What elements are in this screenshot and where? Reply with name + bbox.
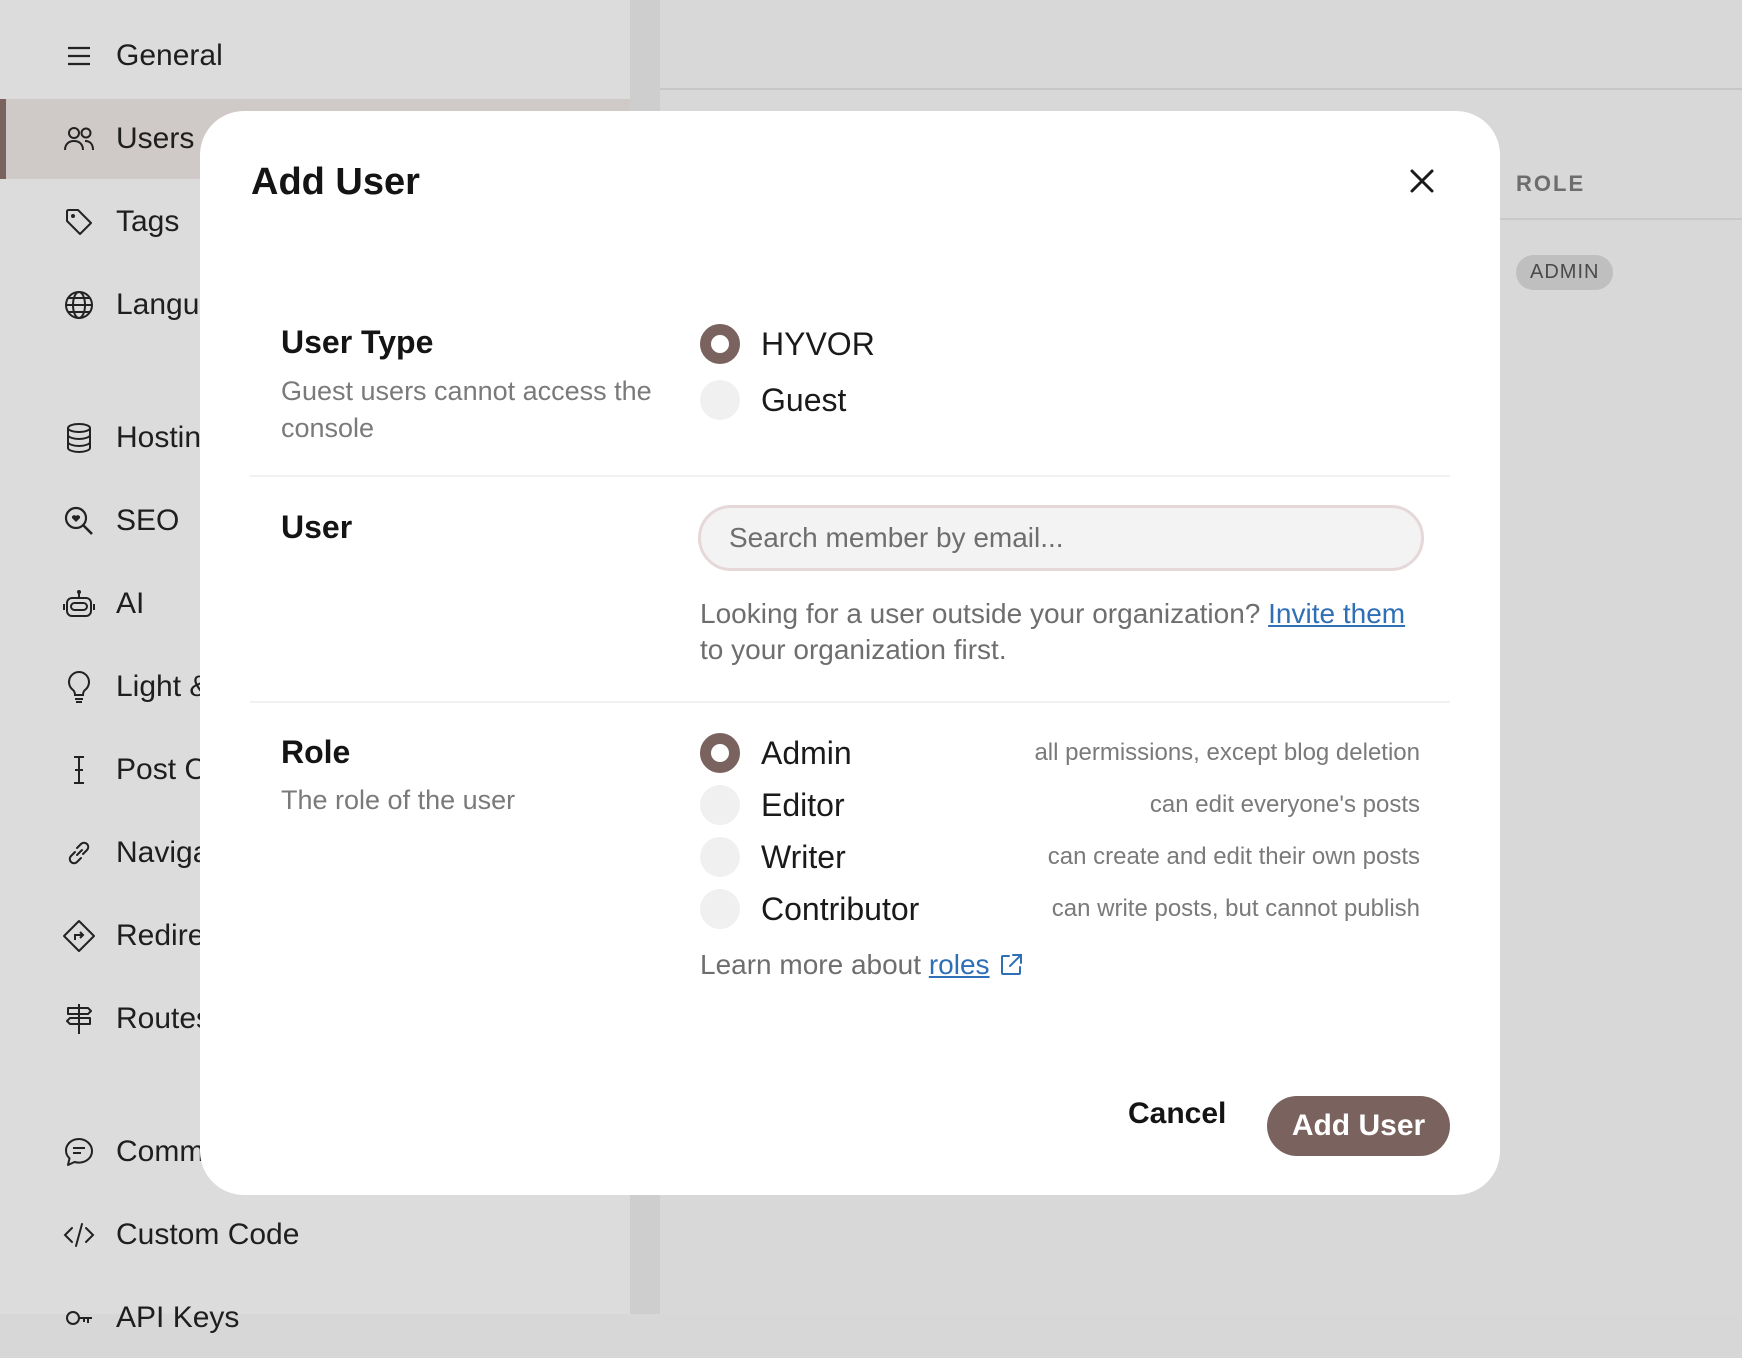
robot-icon xyxy=(62,587,96,621)
radio-label: Writer xyxy=(761,838,846,875)
invite-note: Looking for a user outside your organiza… xyxy=(700,596,1420,668)
radio-label: HYVOR xyxy=(761,325,875,362)
radio-label: Guest xyxy=(761,381,847,418)
code-icon xyxy=(62,1218,96,1252)
tag-icon xyxy=(62,205,96,239)
add-user-button[interactable]: Add User xyxy=(1267,1096,1450,1156)
database-icon xyxy=(62,421,96,455)
user-type-title: User Type xyxy=(281,324,434,360)
link-icon xyxy=(62,836,96,870)
sidebar-item-label: Redire xyxy=(116,919,205,952)
users-icon xyxy=(62,122,96,156)
add-user-modal: Add User User Type Guest users cannot ac… xyxy=(200,111,1500,1195)
globe-icon xyxy=(62,288,96,322)
close-icon xyxy=(1410,169,1434,193)
role-option-admin[interactable]: Admin xyxy=(700,733,852,773)
sign-turn-icon xyxy=(62,919,96,953)
external-link-icon[interactable] xyxy=(998,952,1024,978)
chat-icon xyxy=(62,1135,96,1169)
signpost-icon xyxy=(62,1002,96,1036)
sidebar-item-label: Post C xyxy=(116,753,207,786)
sidebar-item-label: Langu xyxy=(116,288,200,321)
roles-link[interactable]: roles xyxy=(929,949,990,981)
role-option-writer[interactable]: Writer xyxy=(700,837,846,877)
bulb-icon xyxy=(62,670,96,704)
learn-more-roles: Learn more about roles xyxy=(700,949,1024,981)
cancel-button[interactable]: Cancel xyxy=(1122,1096,1232,1132)
invite-note-suffix: to your organization first. xyxy=(700,634,1007,665)
radio-unchecked[interactable] xyxy=(700,380,740,420)
sidebar-item-label: Tags xyxy=(116,205,180,238)
role-description: The role of the user xyxy=(281,785,516,815)
role-hint-contributor: can write posts, but cannot publish xyxy=(1051,895,1420,922)
sidebar-item-label: Hostin xyxy=(116,421,202,454)
sidebar-item-api-keys[interactable]: API Keys xyxy=(0,1278,630,1358)
role-hint-admin: all permissions, except blog deletion xyxy=(1034,739,1420,766)
table-header-divider xyxy=(1500,218,1742,220)
sidebar-item-label: Light & xyxy=(116,670,210,703)
role-option-contributor[interactable]: Contributor xyxy=(700,889,919,929)
section-divider xyxy=(250,475,1450,477)
invite-note-text: Looking for a user outside your organiza… xyxy=(700,598,1261,629)
radio-unchecked[interactable] xyxy=(700,785,740,825)
radio-checked[interactable] xyxy=(700,733,740,773)
role-option-editor[interactable]: Editor xyxy=(700,785,845,825)
sidebar-item-label: Comm xyxy=(116,1135,205,1168)
role-hint-writer: can create and edit their own posts xyxy=(1047,843,1420,870)
radio-checked[interactable] xyxy=(700,324,740,364)
radio-unchecked[interactable] xyxy=(700,837,740,877)
close-button[interactable] xyxy=(1402,161,1442,201)
sidebar-item-label: Routes xyxy=(116,1002,212,1035)
user-title: User xyxy=(281,509,353,545)
sidebar-item-general[interactable]: General xyxy=(0,16,630,96)
search-member-input[interactable] xyxy=(698,505,1424,571)
modal-title: Add User xyxy=(251,161,420,203)
sidebar-item-label: SEO xyxy=(116,504,180,537)
user-type-option-hyvor[interactable]: HYVOR xyxy=(700,324,875,364)
table-header-role: ROLE xyxy=(1516,171,1586,196)
search-heart-icon xyxy=(62,504,96,538)
user-type-option-guest[interactable]: Guest xyxy=(700,380,846,420)
sidebar-item-label: Users xyxy=(116,122,195,155)
sidebar-item-label: General xyxy=(116,39,223,72)
role-title: Role xyxy=(281,734,351,770)
radio-label: Admin xyxy=(761,734,852,771)
section-divider xyxy=(250,701,1450,703)
sidebar-item-label: Naviga xyxy=(116,836,210,869)
key-icon xyxy=(62,1301,96,1335)
learn-more-text: Learn more about xyxy=(700,949,922,980)
menu-icon xyxy=(62,39,96,73)
radio-unchecked[interactable] xyxy=(700,889,740,929)
sidebar-item-label: AI xyxy=(116,587,145,620)
cursor-text-icon xyxy=(62,753,96,787)
role-hint-editor: can edit everyone's posts xyxy=(1149,791,1420,818)
user-type-description: Guest users cannot access the console xyxy=(281,376,652,443)
sidebar-item-custom-code[interactable]: Custom Code xyxy=(0,1195,630,1275)
radio-label: Contributor xyxy=(761,890,920,927)
invite-them-link[interactable]: Invite them xyxy=(1268,598,1405,629)
sidebar-item-label: API Keys xyxy=(116,1301,240,1334)
sidebar-item-label: Custom Code xyxy=(116,1218,300,1251)
radio-label: Editor xyxy=(761,786,845,823)
top-bar xyxy=(660,0,1742,90)
role-badge: ADMIN xyxy=(1516,255,1614,290)
